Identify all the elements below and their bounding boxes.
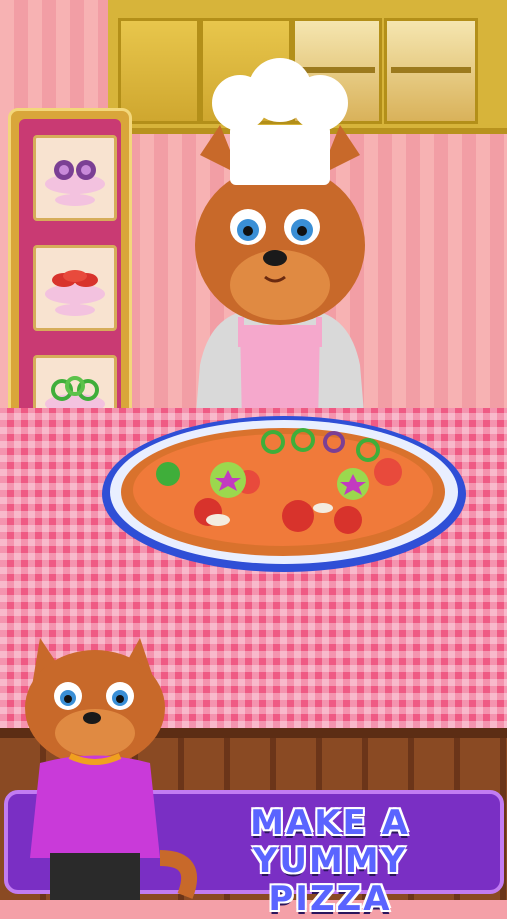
tomato-slices-icon xyxy=(45,270,105,316)
banner-title: MAKE A YUMMY PIZZA xyxy=(180,804,480,918)
ingredient-slot-onion[interactable] xyxy=(33,135,117,221)
banner-line-1: MAKE A YUMMY xyxy=(250,803,410,881)
cabinet-glass-door xyxy=(384,18,478,124)
pizza[interactable] xyxy=(98,412,470,582)
banner-line-2: PIZZA xyxy=(268,879,392,919)
chef-cat xyxy=(195,58,365,425)
mascot-cat xyxy=(25,638,197,900)
ingredient-slot-tomato[interactable] xyxy=(33,245,117,331)
onion-rings-icon xyxy=(45,160,105,206)
